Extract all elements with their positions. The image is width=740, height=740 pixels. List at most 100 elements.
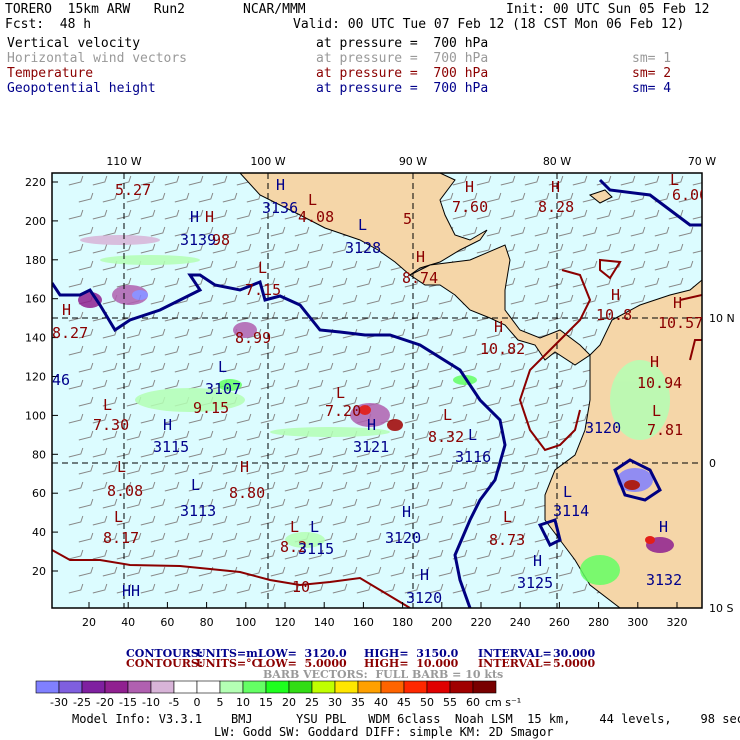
colorbar-tick: 25: [305, 696, 319, 709]
temperature-label: 7.81: [647, 421, 683, 439]
x-tick-label: 160: [353, 616, 374, 629]
y-tick-label: 100: [25, 409, 46, 422]
colorbar-swatch: [426, 680, 451, 694]
height-label: 3114: [553, 502, 589, 520]
temperature-label: L: [117, 458, 126, 476]
colorbar-tick: 20: [282, 696, 296, 709]
temperature-label: 8.17: [103, 529, 139, 547]
temp-units: UNITS=°C: [196, 657, 261, 670]
x-tick-label: 120: [275, 616, 296, 629]
temperature-label: 7.30: [93, 416, 129, 434]
x-tick-label: 100: [235, 616, 256, 629]
temp-interval-value: 5.0000: [553, 657, 596, 670]
wind-barb: [703, 193, 717, 202]
height-label: 3132: [646, 571, 682, 589]
temperature-label: L: [308, 191, 317, 209]
height-label: 3120: [385, 529, 421, 547]
height-label: 3113: [180, 502, 216, 520]
barb-legend: BARB VECTORS: FULL BARB = 10 kts: [263, 668, 504, 681]
temperature-label: 10.57: [658, 314, 703, 332]
temperature-label: 10.82: [480, 340, 525, 358]
height-label: H: [190, 208, 199, 226]
y-tick-label: 60: [32, 487, 46, 500]
model-physics: LW: Godd SW: Goddard DIFF: simple KM: 2D…: [214, 725, 554, 739]
colorbar-swatch: [35, 680, 60, 694]
temperature-label: H: [650, 353, 659, 371]
temperature-label: 10.8: [596, 306, 632, 324]
x-tick-label: 220: [471, 616, 492, 629]
temperature-label: H: [611, 286, 620, 304]
latitude-label: 10 N: [709, 312, 735, 325]
height-label: H: [420, 566, 429, 584]
temperature-label: 8.99: [235, 329, 271, 347]
wind-barb: [703, 261, 717, 270]
height-label: 3115: [298, 540, 334, 558]
colorbar-tick: -5: [169, 696, 180, 709]
x-tick-label: 240: [510, 616, 531, 629]
height-label: 3120: [585, 419, 621, 437]
y-tick-label: 220: [25, 176, 46, 189]
x-tick-label: 20: [82, 616, 96, 629]
temperature-label: L: [103, 396, 112, 414]
height-label: 3139: [180, 231, 216, 249]
colorbar-swatch: [403, 680, 428, 694]
temperature-label: L: [290, 518, 299, 536]
longitude-label: 80 W: [543, 155, 571, 168]
height-label: H: [276, 176, 285, 194]
colorbar-swatch: [380, 680, 405, 694]
temperature-label: 8.27: [52, 324, 88, 342]
colorbar-tick: 50: [420, 696, 434, 709]
colorbar-tick: -25: [73, 696, 91, 709]
temperature-label: 8.28: [538, 198, 574, 216]
height-label: 3136: [262, 199, 298, 217]
colorbar-tick: -10: [142, 696, 160, 709]
temperature-label: 7.15: [245, 281, 281, 299]
temperature-label: H: [240, 458, 249, 476]
x-tick-label: 300: [627, 616, 648, 629]
temp-contour-label: CONTOURS:: [126, 657, 203, 670]
colorbar: -30 -25 -20 -15 -10 -5 0 5 10 15 20 25 30 35 40 45 50 55 6…: [35, 680, 521, 709]
height-label: L: [468, 426, 477, 444]
colorbar-tick: -15: [119, 696, 137, 709]
y-tick-label: 140: [25, 332, 46, 345]
x-tick-label: 140: [314, 616, 335, 629]
height-label: 46: [52, 371, 70, 389]
colorbar-swatch: [196, 680, 221, 694]
temperature-label: 4.08: [298, 208, 334, 226]
temperature-label: 5.27: [115, 181, 151, 199]
colorbar-swatch: [58, 680, 83, 694]
colorbar-swatch: [242, 680, 267, 694]
temperature-label: H: [416, 248, 425, 266]
colorbar-tick: 0: [194, 696, 201, 709]
latitude-label: 10 S: [709, 602, 733, 615]
height-label: L: [563, 483, 572, 501]
colorbar-swatch: [334, 680, 359, 694]
model-info: Model Info: V3.3.1 BMJ YSU PBL WDM 6clas…: [72, 712, 740, 726]
temperature-label: 8.08: [107, 482, 143, 500]
wind-barb: [703, 295, 717, 304]
temperature-label: H: [551, 178, 560, 196]
temperature-label: 8.32: [428, 428, 464, 446]
colorbar-tick: -20: [96, 696, 114, 709]
wind-barb: [703, 397, 717, 406]
height-label: H: [659, 518, 668, 536]
height-label: L: [310, 518, 319, 536]
temperature-label: H: [465, 178, 474, 196]
height-label: 3121: [353, 438, 389, 456]
temperature-label: 9.15: [193, 399, 229, 417]
colorbar-tick: -30: [50, 696, 68, 709]
colorbar-tick: 5: [217, 696, 224, 709]
height-label: HH: [122, 582, 140, 600]
x-tick-label: 280: [588, 616, 609, 629]
height-label: H: [367, 416, 376, 434]
longitude-label: 110 W: [106, 155, 141, 168]
colorbar-tick: 55: [443, 696, 457, 709]
height-label: 3107: [205, 380, 241, 398]
colorbar-tick: 15: [259, 696, 273, 709]
temperature-label: 8.74: [402, 269, 438, 287]
temperature-label: 8.80: [229, 484, 265, 502]
y-tick-label: 180: [25, 254, 46, 267]
y-tick-label: 120: [25, 371, 46, 384]
height-label: 3125: [517, 574, 553, 592]
temperature-label: 10: [292, 578, 310, 596]
